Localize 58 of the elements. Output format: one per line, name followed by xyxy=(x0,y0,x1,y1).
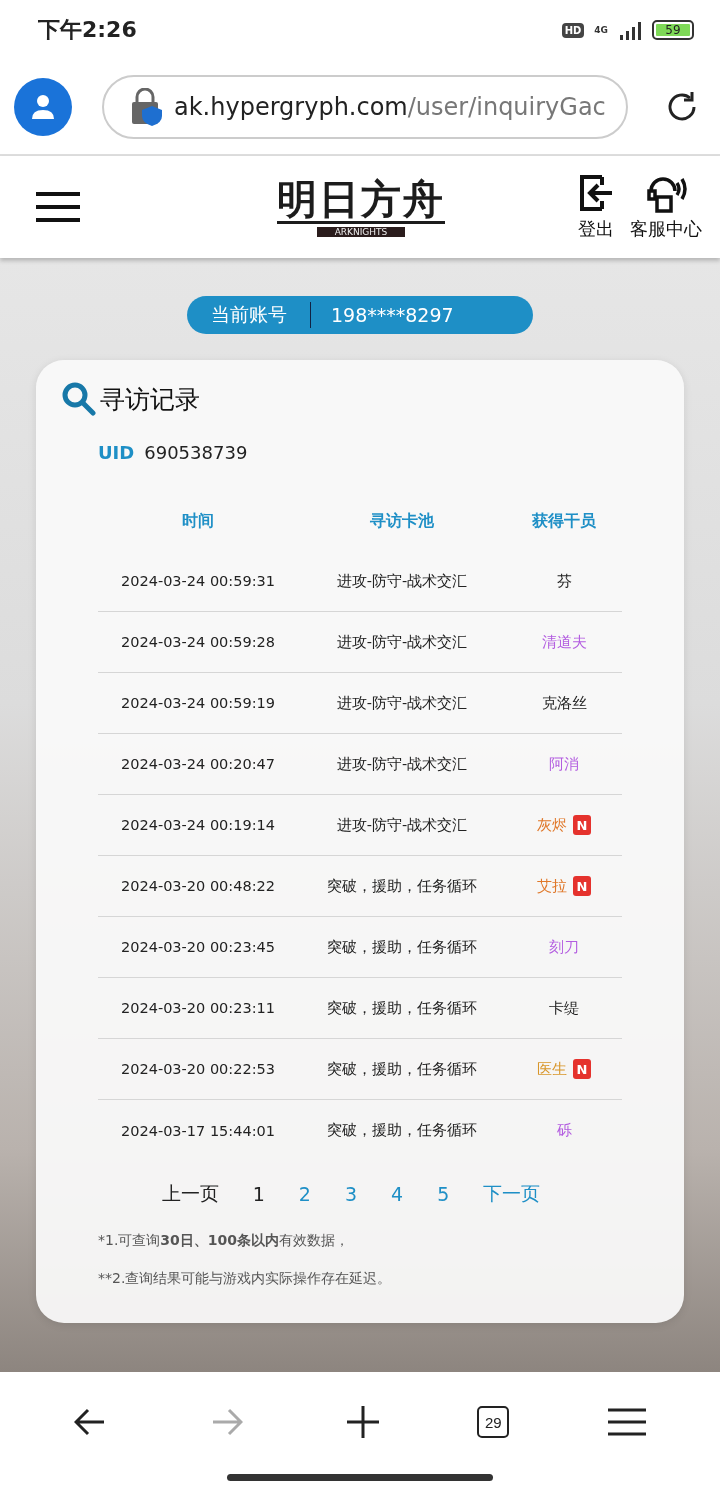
profile-avatar[interactable] xyxy=(14,78,72,136)
header-action[interactable]: 客服中心 xyxy=(630,173,702,241)
pool-cell-text: 进攻-防守-战术交汇 xyxy=(335,632,469,652)
operator-name: 卡缇 xyxy=(549,998,579,1018)
time-cell-text: 2024-03-24 00:59:31 xyxy=(120,573,276,589)
url-field[interactable]: ak.hypergryph.com/user/inquiryGac xyxy=(102,75,628,139)
operator-name: 芬 xyxy=(556,571,572,591)
status-time: 下午2:26 xyxy=(38,16,137,44)
new-badge: N xyxy=(573,815,591,835)
pool-cell-text: 突破，援助，任务循环 xyxy=(326,1059,478,1079)
page-link[interactable]: 1 xyxy=(252,1183,265,1205)
time-cell-text: 2024-03-24 00:59:28 xyxy=(120,634,276,650)
time-cell-text: 2024-03-24 00:19:14 xyxy=(120,817,276,833)
header-action[interactable]: 登出 xyxy=(576,173,616,241)
network-label: 4G xyxy=(594,25,608,35)
footnote: **2.查询结果可能与游戏内实际操作存在延迟。 xyxy=(97,1269,393,1288)
operator-name: 克洛丝 xyxy=(541,693,587,713)
signal-icon xyxy=(618,20,642,40)
pool-cell-text: 进攻-防守-战术交汇 xyxy=(335,815,469,835)
battery-indicator: 59 xyxy=(652,20,694,40)
search-icon xyxy=(62,382,96,416)
operator-name: 阿消 xyxy=(549,754,579,774)
operator-name: 艾拉 xyxy=(537,876,567,896)
tabs-count-button[interactable]: 29 xyxy=(477,1406,510,1438)
operator-name: 灰烬 xyxy=(537,815,567,835)
pool-cell-text: 突破，援助，任务循环 xyxy=(326,937,478,957)
pool-cell-text: 突破，援助，任务循环 xyxy=(326,998,478,1018)
pool-cell-text: 进攻-防守-战术交汇 xyxy=(335,693,469,713)
site-logo: 明日方舟 xyxy=(277,177,445,224)
operator-name: 清道夫 xyxy=(541,632,587,652)
pool-cell-text: 突破，援助，任务循环 xyxy=(326,876,478,896)
uid-label: UID xyxy=(98,442,135,463)
operator-name: 砾 xyxy=(556,1121,572,1140)
new-badge: N xyxy=(573,876,591,896)
new-badge: N xyxy=(573,1059,591,1079)
column-header: 获得干员 xyxy=(531,510,597,532)
pool-cell-text: 进攻-防守-战术交汇 xyxy=(335,754,469,774)
time-cell-text: 2024-03-20 00:48:22 xyxy=(120,878,276,894)
time-cell-text: 2024-03-24 00:59:19 xyxy=(120,695,276,711)
account-label: 当前账号 xyxy=(187,302,311,328)
pool-cell-text: 进攻-防守-战术交汇 xyxy=(335,571,469,591)
operator-name: 刻刀 xyxy=(549,937,579,957)
time-cell-text: 2024-03-24 00:20:47 xyxy=(120,756,276,772)
card-title: 寻访记录 xyxy=(100,383,200,416)
time-cell-text: 2024-03-20 00:23:45 xyxy=(120,939,276,955)
logo-subtitle: ARKNIGHTS xyxy=(316,227,406,237)
hd-badge: HD xyxy=(561,22,585,38)
footnote: *1.可查询30日、100条以内有效数据， xyxy=(97,1231,351,1250)
time-cell-text: 2024-03-20 00:23:11 xyxy=(120,1000,276,1016)
column-header: 寻访卡池 xyxy=(369,510,435,532)
time-cell-text: 2024-03-20 00:22:53 xyxy=(120,1061,276,1077)
pool-cell-text: 突破，援助，任务循环 xyxy=(326,1121,478,1140)
column-header: 时间 xyxy=(181,510,215,532)
time-cell-text: 2024-03-17 15:44:01 xyxy=(120,1122,276,1139)
uid-value: 690538739 xyxy=(144,442,248,463)
operator-name: 医生 xyxy=(537,1059,567,1079)
account-number: 198****8297 xyxy=(330,304,454,326)
lock-shield-icon xyxy=(130,88,164,126)
